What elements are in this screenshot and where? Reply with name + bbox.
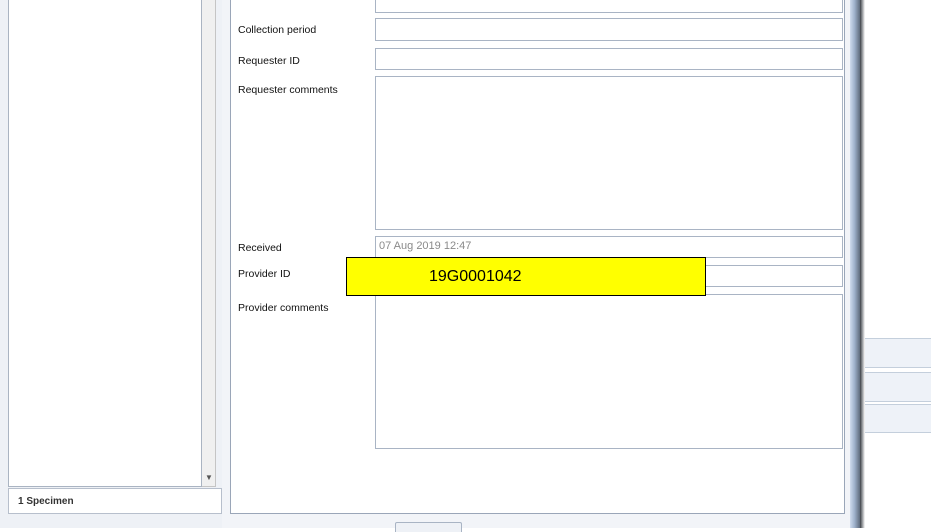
specimen-count-label: 1 Specimen bbox=[8, 488, 222, 514]
background-table-row bbox=[865, 338, 931, 368]
requester-comments-field[interactable] bbox=[375, 76, 843, 230]
window-border bbox=[850, 0, 860, 528]
provider-comments-label: Provider comments bbox=[238, 302, 329, 314]
requester-id-label: Requester ID bbox=[238, 55, 300, 67]
chevron-down-icon[interactable]: ▼ bbox=[202, 468, 216, 486]
provider-id-highlight-box: 19G0001042 bbox=[346, 257, 706, 296]
specimen-list[interactable] bbox=[8, 0, 202, 487]
received-label: Received bbox=[238, 242, 282, 254]
bottom-button[interactable] bbox=[395, 522, 462, 532]
specimen-list-scrollbar[interactable] bbox=[202, 0, 216, 487]
previous-field[interactable] bbox=[375, 0, 843, 13]
requester-id-field[interactable] bbox=[375, 48, 843, 70]
requester-comments-label: Requester comments bbox=[238, 84, 338, 96]
window-shadow bbox=[860, 0, 865, 528]
background-table-row bbox=[865, 404, 931, 433]
collection-period-field[interactable] bbox=[375, 18, 843, 41]
background-table-row bbox=[865, 372, 931, 402]
provider-id-label: Provider ID bbox=[238, 268, 291, 280]
provider-comments-field[interactable] bbox=[375, 294, 843, 449]
received-field: 07 Aug 2019 12:47 bbox=[375, 236, 843, 258]
collection-period-label: Collection period bbox=[238, 24, 317, 36]
